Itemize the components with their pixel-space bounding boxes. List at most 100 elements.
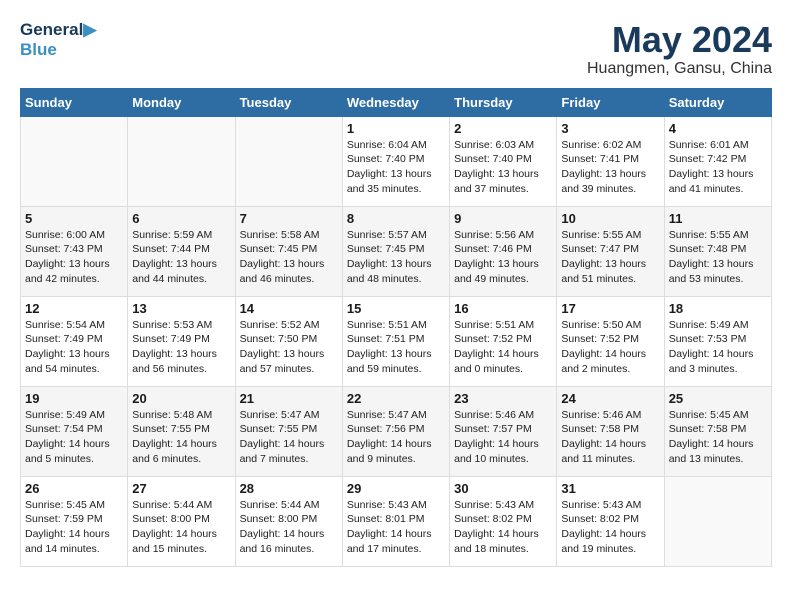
day-info: Sunrise: 5:49 AM Sunset: 7:53 PM Dayligh… [669, 318, 767, 377]
calendar-cell: 26 Sunrise: 5:45 AM Sunset: 7:59 PM Dayli… [21, 476, 128, 566]
day-info: Sunrise: 5:44 AM Sunset: 8:00 PM Dayligh… [132, 498, 230, 557]
day-info: Sunrise: 5:51 AM Sunset: 7:52 PM Dayligh… [454, 318, 552, 377]
calendar-cell: 28 Sunrise: 5:44 AM Sunset: 8:00 PM Dayli… [235, 476, 342, 566]
day-number: 5 [25, 211, 123, 226]
day-number: 23 [454, 391, 552, 406]
day-number: 19 [25, 391, 123, 406]
day-header-thursday: Thursday [450, 88, 557, 116]
day-number: 18 [669, 301, 767, 316]
day-number: 12 [25, 301, 123, 316]
day-number: 31 [561, 481, 659, 496]
day-info: Sunrise: 5:43 AM Sunset: 8:02 PM Dayligh… [454, 498, 552, 557]
calendar-cell: 27 Sunrise: 5:44 AM Sunset: 8:00 PM Dayli… [128, 476, 235, 566]
calendar-cell: 5 Sunrise: 6:00 AM Sunset: 7:43 PM Daylig… [21, 206, 128, 296]
day-info: Sunrise: 5:43 AM Sunset: 8:01 PM Dayligh… [347, 498, 445, 557]
day-header-saturday: Saturday [664, 88, 771, 116]
calendar-cell: 13 Sunrise: 5:53 AM Sunset: 7:49 PM Dayli… [128, 296, 235, 386]
day-number: 24 [561, 391, 659, 406]
calendar-cell: 21Sunrise: 5:47 AM Sunset: 7:55 PM Dayli… [235, 386, 342, 476]
calendar-cell: 30 Sunrise: 5:43 AM Sunset: 8:02 PM Dayli… [450, 476, 557, 566]
day-number: 7 [240, 211, 338, 226]
calendar-cell: 3 Sunrise: 6:02 AM Sunset: 7:41 PM Daylig… [557, 116, 664, 206]
calendar-cell: 9 Sunrise: 5:56 AM Sunset: 7:46 PM Daylig… [450, 206, 557, 296]
day-number: 28 [240, 481, 338, 496]
day-header-wednesday: Wednesday [342, 88, 449, 116]
day-number: 17 [561, 301, 659, 316]
calendar-cell: 12 Sunrise: 5:54 AM Sunset: 7:49 PM Dayli… [21, 296, 128, 386]
day-number: 13 [132, 301, 230, 316]
day-number: 11 [669, 211, 767, 226]
day-info: Sunrise: 6:00 AM Sunset: 7:43 PM Dayligh… [25, 228, 123, 287]
day-number: 1 [347, 121, 445, 136]
calendar-cell [664, 476, 771, 566]
calendar-cell: 20 Sunrise: 5:48 AM Sunset: 7:55 PM Dayli… [128, 386, 235, 476]
day-info: Sunrise: 6:01 AM Sunset: 7:42 PM Dayligh… [669, 138, 767, 197]
calendar-table: SundayMondayTuesdayWednesdayThursdayFrid… [20, 88, 772, 567]
day-info: Sunrise: 5:50 AM Sunset: 7:52 PM Dayligh… [561, 318, 659, 377]
day-info: Sunrise: 6:02 AM Sunset: 7:41 PM Dayligh… [561, 138, 659, 197]
day-info: Sunrise: 5:53 AM Sunset: 7:49 PM Dayligh… [132, 318, 230, 377]
calendar-cell: 29 Sunrise: 5:43 AM Sunset: 8:01 PM Dayli… [342, 476, 449, 566]
calendar-cell: 22Sunrise: 5:47 AM Sunset: 7:56 PM Dayli… [342, 386, 449, 476]
calendar-cell: 31Sunrise: 5:43 AM Sunset: 8:02 PM Dayli… [557, 476, 664, 566]
day-info: Sunrise: 5:58 AM Sunset: 7:45 PM Dayligh… [240, 228, 338, 287]
day-header-tuesday: Tuesday [235, 88, 342, 116]
calendar-cell: 23Sunrise: 5:46 AM Sunset: 7:57 PM Dayli… [450, 386, 557, 476]
week-row-1: 1Sunrise: 6:04 AM Sunset: 7:40 PM Daylig… [21, 116, 772, 206]
day-header-monday: Monday [128, 88, 235, 116]
day-number: 22 [347, 391, 445, 406]
day-number: 30 [454, 481, 552, 496]
week-row-4: 19 Sunrise: 5:49 AM Sunset: 7:54 PM Dayli… [21, 386, 772, 476]
day-number: 8 [347, 211, 445, 226]
calendar-cell: 11Sunrise: 5:55 AM Sunset: 7:48 PM Dayli… [664, 206, 771, 296]
day-header-sunday: Sunday [21, 88, 128, 116]
logo: General▶ Blue [20, 20, 96, 59]
day-info: Sunrise: 5:56 AM Sunset: 7:46 PM Dayligh… [454, 228, 552, 287]
day-info: Sunrise: 5:47 AM Sunset: 7:55 PM Dayligh… [240, 408, 338, 467]
calendar-cell [235, 116, 342, 206]
day-info: Sunrise: 5:52 AM Sunset: 7:50 PM Dayligh… [240, 318, 338, 377]
logo-line1: General▶ [20, 20, 96, 40]
calendar-cell: 4Sunrise: 6:01 AM Sunset: 7:42 PM Daylig… [664, 116, 771, 206]
week-row-2: 5 Sunrise: 6:00 AM Sunset: 7:43 PM Daylig… [21, 206, 772, 296]
calendar-cell: 2Sunrise: 6:03 AM Sunset: 7:40 PM Daylig… [450, 116, 557, 206]
day-info: Sunrise: 5:57 AM Sunset: 7:45 PM Dayligh… [347, 228, 445, 287]
calendar-cell: 17 Sunrise: 5:50 AM Sunset: 7:52 PM Dayli… [557, 296, 664, 386]
day-info: Sunrise: 5:44 AM Sunset: 8:00 PM Dayligh… [240, 498, 338, 557]
day-header-friday: Friday [557, 88, 664, 116]
day-info: Sunrise: 5:45 AM Sunset: 7:59 PM Dayligh… [25, 498, 123, 557]
calendar-cell: 18 Sunrise: 5:49 AM Sunset: 7:53 PM Dayli… [664, 296, 771, 386]
day-number: 14 [240, 301, 338, 316]
week-row-3: 12 Sunrise: 5:54 AM Sunset: 7:49 PM Dayli… [21, 296, 772, 386]
calendar-cell: 24 Sunrise: 5:46 AM Sunset: 7:58 PM Dayli… [557, 386, 664, 476]
week-row-5: 26 Sunrise: 5:45 AM Sunset: 7:59 PM Dayli… [21, 476, 772, 566]
calendar-cell: 7 Sunrise: 5:58 AM Sunset: 7:45 PM Daylig… [235, 206, 342, 296]
calendar-cell: 14 Sunrise: 5:52 AM Sunset: 7:50 PM Dayli… [235, 296, 342, 386]
day-number: 9 [454, 211, 552, 226]
calendar-cell: 8 Sunrise: 5:57 AM Sunset: 7:45 PM Daylig… [342, 206, 449, 296]
day-number: 29 [347, 481, 445, 496]
calendar-title: May 2024 [587, 20, 772, 60]
day-number: 15 [347, 301, 445, 316]
day-number: 25 [669, 391, 767, 406]
days-header-row: SundayMondayTuesdayWednesdayThursdayFrid… [21, 88, 772, 116]
calendar-subtitle: Huangmen, Gansu, China [587, 60, 772, 78]
day-info: Sunrise: 5:55 AM Sunset: 7:47 PM Dayligh… [561, 228, 659, 287]
day-info: Sunrise: 5:46 AM Sunset: 7:58 PM Dayligh… [561, 408, 659, 467]
day-number: 10 [561, 211, 659, 226]
logo-line2: Blue [20, 40, 96, 60]
page-header: General▶ Blue May 2024 Huangmen, Gansu, … [20, 20, 772, 78]
title-block: May 2024 Huangmen, Gansu, China [587, 20, 772, 78]
day-info: Sunrise: 5:49 AM Sunset: 7:54 PM Dayligh… [25, 408, 123, 467]
day-number: 20 [132, 391, 230, 406]
calendar-cell: 25Sunrise: 5:45 AM Sunset: 7:58 PM Dayli… [664, 386, 771, 476]
day-number: 27 [132, 481, 230, 496]
calendar-cell: 15Sunrise: 5:51 AM Sunset: 7:51 PM Dayli… [342, 296, 449, 386]
day-number: 16 [454, 301, 552, 316]
calendar-cell: 1Sunrise: 6:04 AM Sunset: 7:40 PM Daylig… [342, 116, 449, 206]
day-info: Sunrise: 6:03 AM Sunset: 7:40 PM Dayligh… [454, 138, 552, 197]
day-info: Sunrise: 5:54 AM Sunset: 7:49 PM Dayligh… [25, 318, 123, 377]
day-info: Sunrise: 5:48 AM Sunset: 7:55 PM Dayligh… [132, 408, 230, 467]
day-number: 26 [25, 481, 123, 496]
day-number: 3 [561, 121, 659, 136]
